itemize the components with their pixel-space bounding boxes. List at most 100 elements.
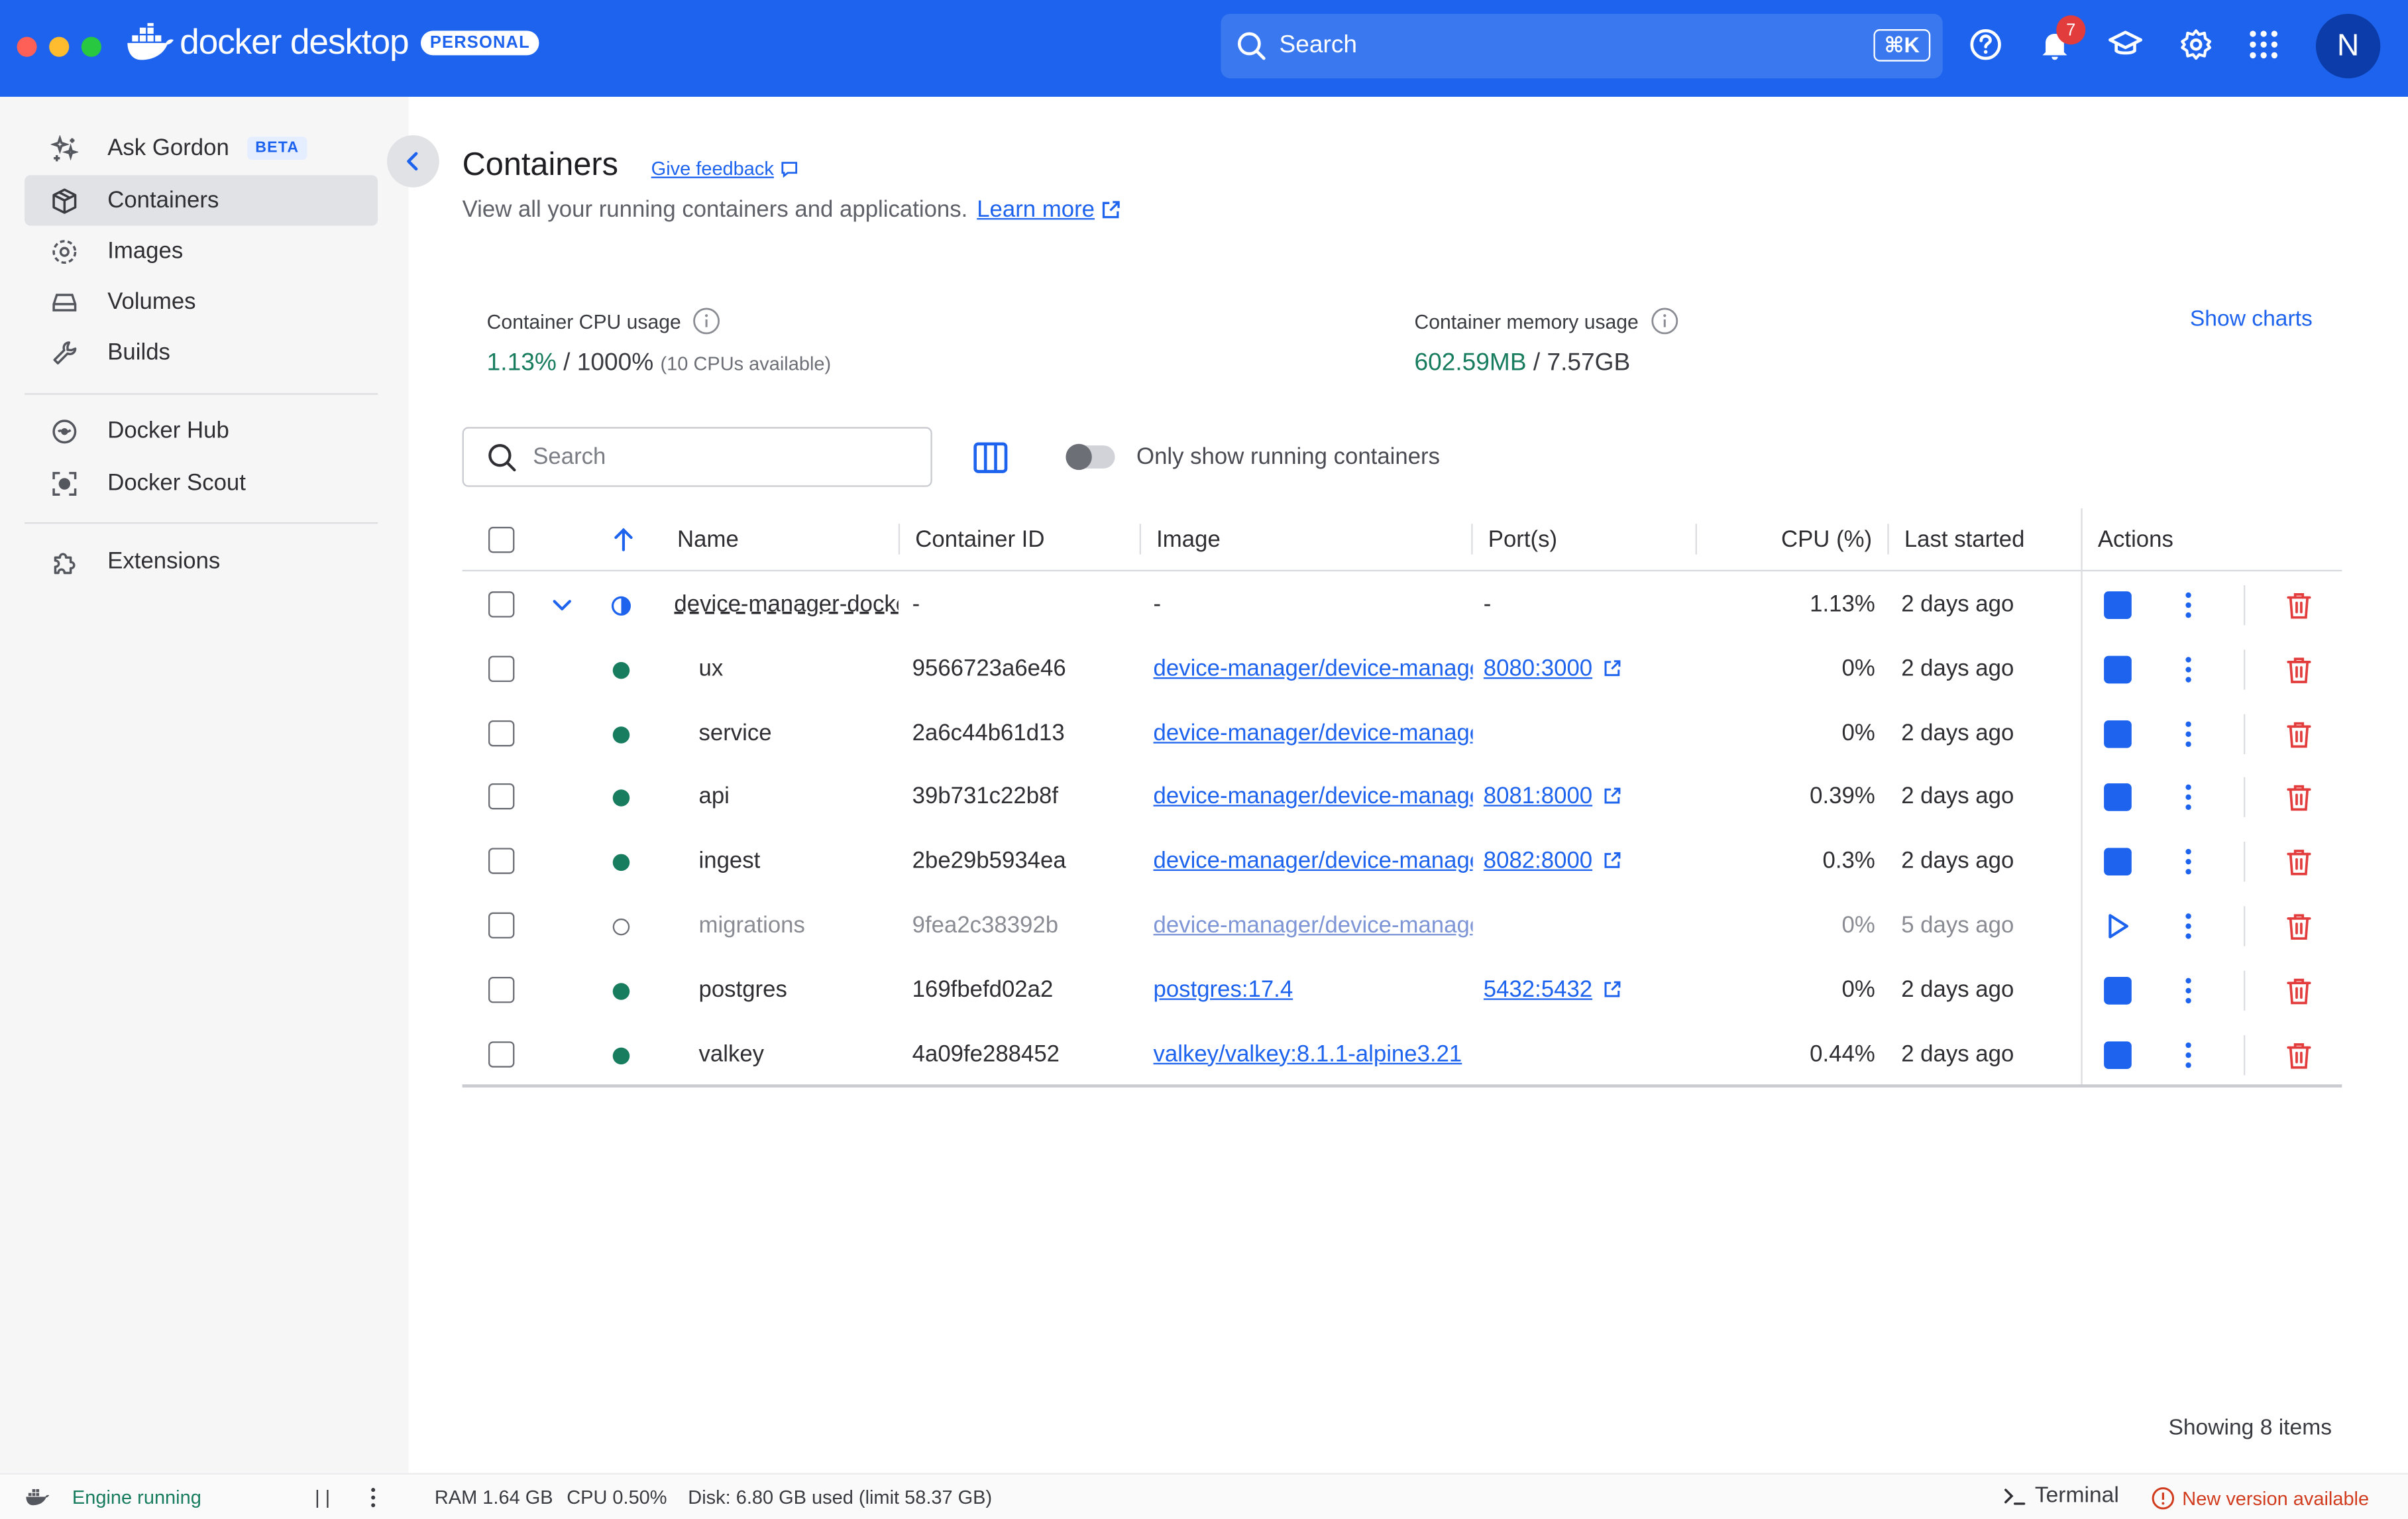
row-checkbox[interactable] [488, 720, 515, 746]
container-image[interactable]: device-manager/device-manager-ingest [1154, 848, 1473, 874]
port-mapping[interactable]: 8081:8000 [1484, 784, 1592, 810]
container-search-box[interactable] [462, 427, 932, 487]
kebab-menu-icon[interactable] [2173, 590, 2203, 620]
container-name[interactable]: valkey [699, 1041, 899, 1066]
learn-more-link[interactable]: Learn more [977, 197, 1095, 223]
stop-button[interactable] [2104, 1041, 2132, 1069]
port-mapping[interactable]: 5432:5432 [1484, 977, 1592, 1003]
table-row[interactable]: api 39b731c22b8f device-manager/device-man… [463, 765, 2342, 830]
container-name[interactable]: migrations [699, 913, 899, 938]
container-name[interactable]: api [699, 784, 899, 810]
learning-center-button[interactable] [2105, 25, 2145, 64]
column-header-container-id[interactable]: Container ID [915, 527, 1044, 553]
row-checkbox[interactable] [488, 1041, 515, 1067]
give-feedback-link[interactable]: Give feedback [651, 158, 798, 180]
kebab-menu-icon[interactable] [2173, 1039, 2203, 1070]
trash-icon[interactable] [2283, 590, 2314, 620]
sort-ascending-icon[interactable] [613, 527, 634, 551]
sidebar-item-containers[interactable]: Containers [25, 175, 378, 226]
container-name[interactable]: ux [699, 655, 899, 681]
kebab-menu-icon[interactable] [2173, 654, 2203, 685]
apps-grid-button[interactable] [2244, 25, 2283, 64]
stop-button[interactable] [2104, 655, 2132, 683]
port-mapping[interactable]: 8080:3000 [1484, 655, 1592, 681]
engine-status[interactable]: Engine running [25, 1484, 201, 1508]
start-button[interactable] [2103, 911, 2133, 941]
row-checkbox[interactable] [488, 655, 515, 682]
settings-button[interactable] [2176, 25, 2216, 64]
chevron-down-icon[interactable] [551, 594, 573, 616]
sidebar-item-builds[interactable]: Builds [25, 327, 378, 378]
sidebar-item-docker-scout[interactable]: Docker Scout [25, 458, 378, 508]
container-image[interactable]: device-manager/device-manager-api [1154, 784, 1473, 810]
sidebar-item-images[interactable]: Images [25, 226, 378, 276]
window-minimize-button[interactable] [49, 36, 70, 57]
column-header-ports[interactable]: Port(s) [1488, 527, 1557, 553]
info-icon[interactable] [1651, 308, 1678, 335]
sidebar-item-volumes[interactable]: Volumes [25, 276, 378, 327]
trash-icon[interactable] [2283, 846, 2314, 877]
row-checkbox[interactable] [488, 912, 515, 939]
kebab-menu-icon[interactable] [2173, 718, 2203, 749]
column-header-last-started[interactable]: Last started [1904, 527, 2025, 553]
sidebar-item-extensions[interactable]: Extensions [25, 536, 378, 587]
pause-engine-button[interactable]: | | [315, 1487, 330, 1508]
stop-button[interactable] [2104, 976, 2132, 1005]
stop-button[interactable] [2104, 783, 2132, 812]
container-ports[interactable]: 8080:3000 [1484, 655, 1691, 682]
kebab-menu-icon[interactable] [2173, 911, 2203, 941]
table-row[interactable]: ingest 2be29b5934ea device-manager/device-… [463, 830, 2342, 894]
column-header-cpu[interactable]: CPU (%) [1712, 527, 1872, 553]
row-checkbox[interactable] [488, 591, 515, 618]
container-image[interactable]: device-manager/device-manager-service [1154, 720, 1473, 746]
stop-button[interactable] [2104, 848, 2132, 876]
table-row[interactable]: device-manager-docker - - -1.13% 2 days ago [463, 573, 2342, 637]
trash-icon[interactable] [2283, 1039, 2314, 1070]
trash-icon[interactable] [2283, 654, 2314, 685]
container-ports[interactable]: 8082:8000 [1484, 848, 1691, 874]
show-charts-button[interactable]: Show charts [2190, 308, 2313, 332]
table-row[interactable]: migrations 9fea2c38392b device-manager/dev… [463, 894, 2342, 958]
container-search-input[interactable] [533, 443, 902, 471]
row-checkbox[interactable] [488, 783, 515, 811]
table-row[interactable]: ux 9566723a6e46 device-manager/device-mana… [463, 637, 2342, 701]
kebab-menu-icon[interactable] [2173, 975, 2203, 1005]
columns-toggle-button[interactable] [971, 438, 1011, 478]
container-ports[interactable]: 5432:5432 [1484, 977, 1691, 1003]
port-mapping[interactable]: 8082:8000 [1484, 848, 1592, 874]
engine-menu-button[interactable] [366, 1487, 381, 1508]
column-header-image[interactable]: Image [1156, 527, 1221, 553]
stop-button[interactable] [2104, 591, 2132, 619]
table-row[interactable]: valkey 4a09fe288452 valkey/valkey:8.1.1-al… [463, 1023, 2342, 1087]
user-avatar[interactable]: N [2315, 13, 2381, 79]
table-row[interactable]: service 2a6c44b61d13 device-manager/device… [463, 701, 2342, 765]
trash-icon[interactable] [2283, 975, 2314, 1005]
global-search-bar[interactable]: Search ⌘K [1221, 13, 1943, 79]
column-header-name[interactable]: Name [677, 527, 739, 553]
container-image[interactable]: postgres:17.4 [1154, 977, 1473, 1003]
container-image[interactable]: device-manager/device-manager-migrations [1154, 913, 1473, 938]
sidebar-item-docker-hub[interactable]: Docker Hub [25, 406, 378, 456]
container-image[interactable]: valkey/valkey:8.1.1-alpine3.21 [1154, 1041, 1473, 1066]
container-name[interactable]: postgres [699, 977, 899, 1003]
info-icon[interactable] [693, 308, 721, 335]
container-image[interactable]: device-manager/device-manager-ux [1154, 655, 1473, 681]
select-all-checkbox[interactable] [488, 526, 515, 553]
kebab-menu-icon[interactable] [2173, 783, 2203, 813]
container-name[interactable]: device-manager-docker [674, 591, 898, 617]
trash-icon[interactable] [2283, 911, 2314, 941]
row-checkbox[interactable] [488, 976, 515, 1003]
kebab-menu-icon[interactable] [2173, 846, 2203, 877]
new-version-notice[interactable]: New version available [2152, 1487, 2369, 1510]
container-ports[interactable]: 8081:8000 [1484, 784, 1691, 810]
trash-icon[interactable] [2283, 783, 2314, 813]
row-checkbox[interactable] [488, 848, 515, 875]
collapse-sidebar-button[interactable] [387, 135, 439, 188]
window-zoom-button[interactable] [81, 36, 101, 57]
window-close-button[interactable] [17, 36, 37, 57]
help-button[interactable] [1966, 25, 2006, 64]
container-name[interactable]: ingest [699, 848, 899, 874]
table-row[interactable]: postgres 169fbefd02a2 postgres:17.4 5432:54… [463, 958, 2342, 1023]
trash-icon[interactable] [2283, 718, 2314, 749]
stop-button[interactable] [2104, 720, 2132, 748]
